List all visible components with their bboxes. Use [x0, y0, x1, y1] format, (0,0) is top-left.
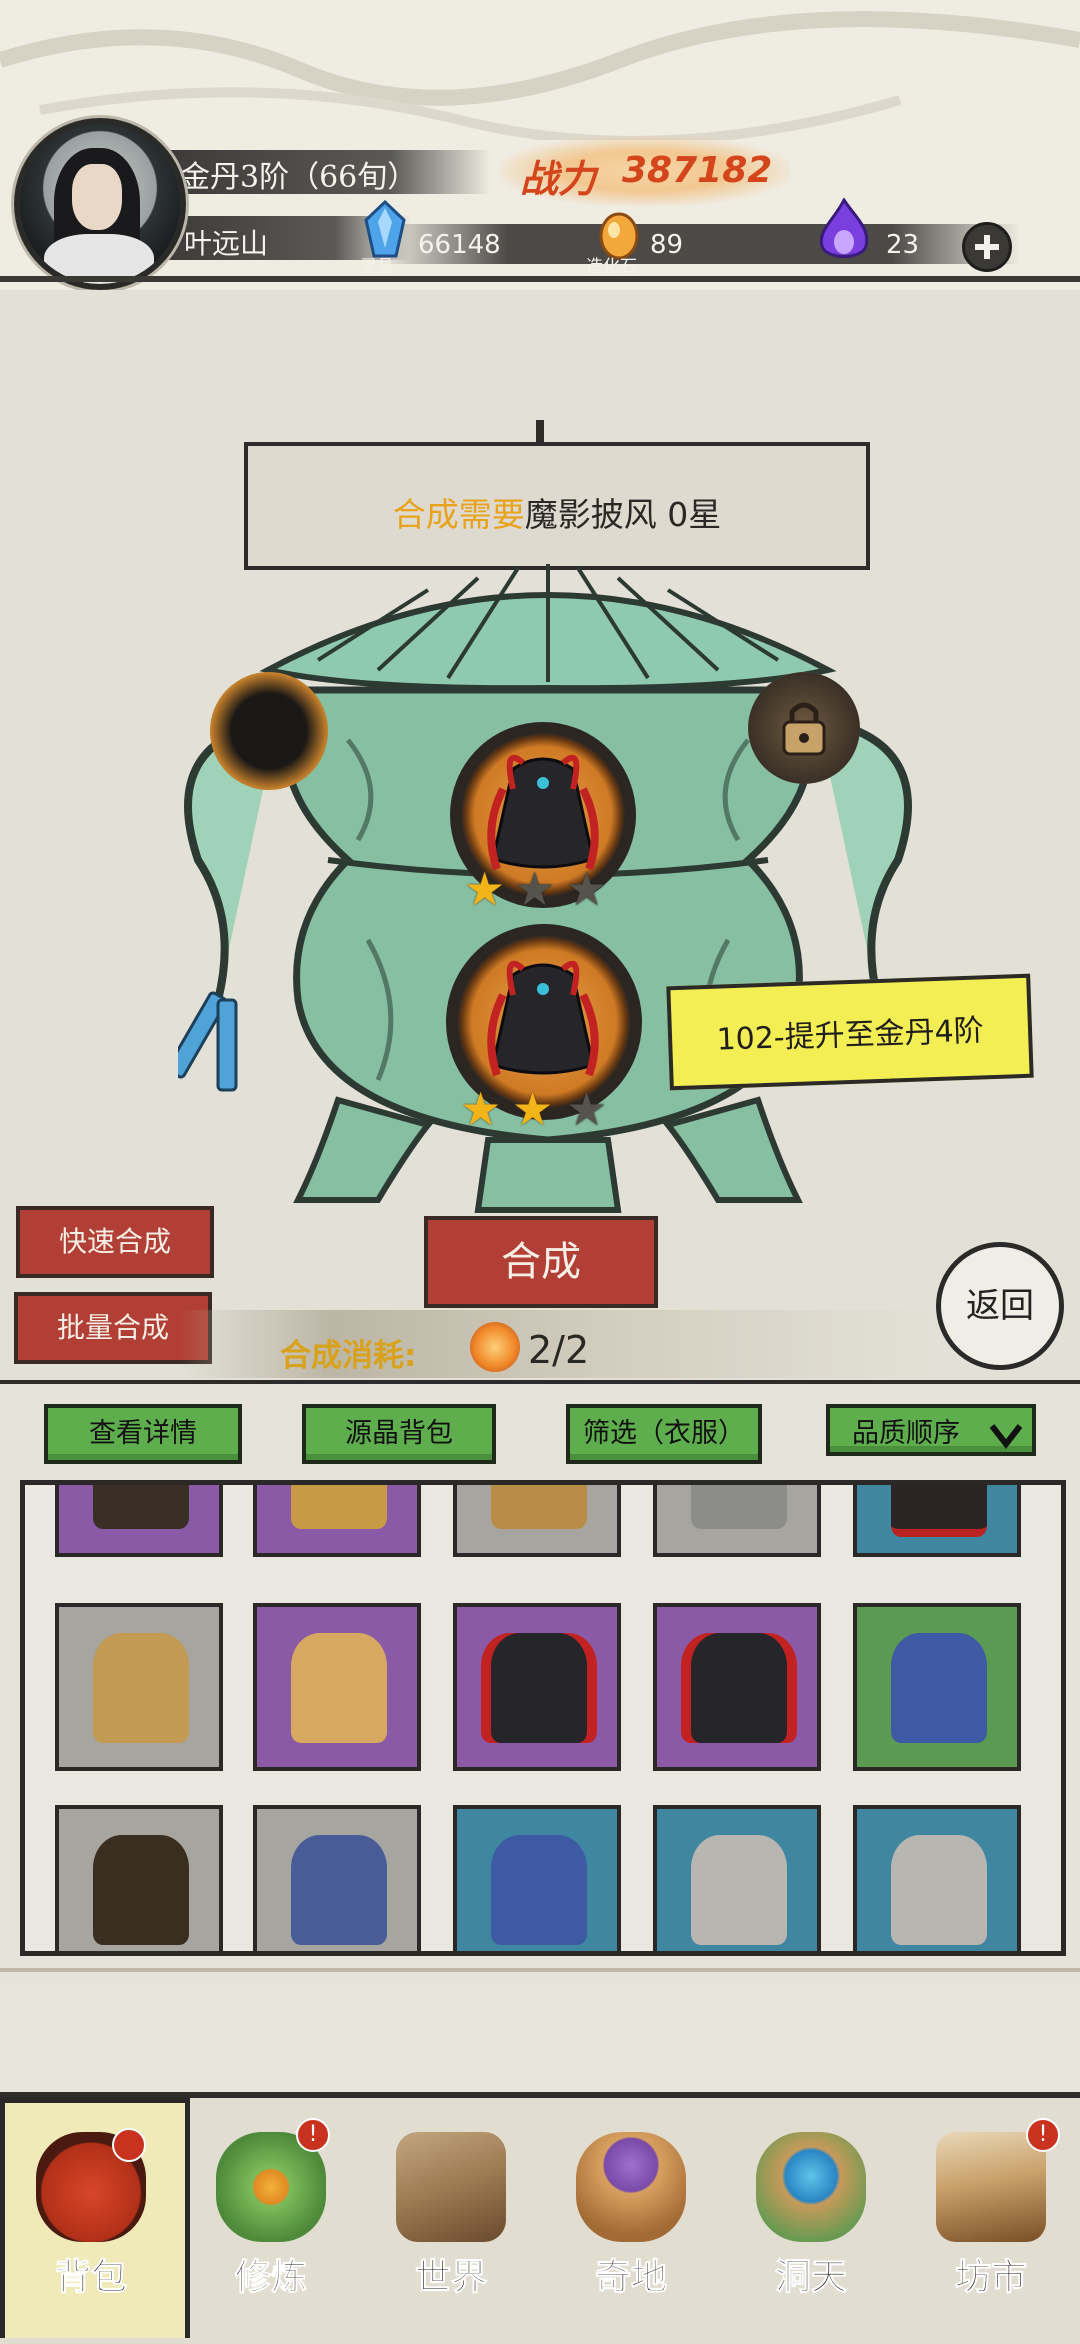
purple-flame-icon: [816, 197, 872, 264]
star-icon: ★: [514, 862, 556, 916]
header-divider: [0, 276, 1080, 282]
creation-stone-icon: [470, 1322, 520, 1372]
nav-backpack-label: 背包: [54, 2256, 127, 2299]
market-stall-icon: [936, 2132, 1046, 2242]
equipment-item[interactable]: [55, 1485, 223, 1557]
equipment-item[interactable]: [253, 1603, 421, 1771]
equipment-item[interactable]: [653, 1485, 821, 1557]
player-avatar[interactable]: [14, 118, 186, 290]
equipment-item[interactable]: [653, 1805, 821, 1951]
requirement-notice: 合成需要魔影披风 0星: [244, 442, 870, 570]
return-button[interactable]: 返回: [936, 1242, 1064, 1370]
requirement-text: 合成需要魔影披风 0星: [248, 488, 866, 536]
filter-clothes-button[interactable]: 筛选（衣服）: [566, 1404, 762, 1464]
equipment-item[interactable]: [853, 1603, 1021, 1771]
equipment-item[interactable]: [453, 1805, 621, 1951]
alert-badge: !: [1026, 2118, 1060, 2152]
equipment-grid[interactable]: [20, 1480, 1066, 1956]
merge-cost-label: 合成消耗:: [280, 1338, 417, 1374]
spirit-crystal-icon: [362, 199, 408, 260]
nav-backpack[interactable]: 背包: [16, 2110, 166, 2320]
nav-cave[interactable]: 洞天: [736, 2110, 886, 2320]
equipment-item[interactable]: [253, 1485, 421, 1557]
nav-cultivate-label: 修炼: [234, 2256, 307, 2299]
nav-world-label: 世界: [414, 2256, 487, 2299]
combat-power-value: 387182: [622, 150, 773, 191]
equipment-item[interactable]: [853, 1485, 1021, 1557]
star-icon: ★: [566, 862, 608, 916]
quality-sort-dropdown[interactable]: 品质顺序: [826, 1404, 1036, 1456]
upgrade-target-text: 102-提升至金丹4阶: [715, 1013, 985, 1058]
mountain-pagoda-icon: [576, 2132, 686, 2242]
lock-icon: [782, 702, 826, 756]
empty-material-slot[interactable]: [210, 672, 328, 790]
merge-cost-value: 2/2: [528, 1328, 590, 1372]
plus-icon[interactable]: [962, 222, 1012, 272]
crystal-bag-button[interactable]: 源晶背包: [302, 1404, 496, 1464]
creation-stone-label: 造化石: [586, 257, 637, 277]
nav-wonderland-label: 奇地: [594, 2256, 667, 2299]
merge-button[interactable]: 合成: [424, 1216, 658, 1308]
nav-cave-label: 洞天: [774, 2256, 847, 2299]
equipment-item[interactable]: [55, 1805, 223, 1951]
nav-market-label: 坊市: [954, 2256, 1027, 2299]
spirit-crystal-label: 灵晶: [360, 257, 394, 277]
equipment-item[interactable]: [55, 1603, 223, 1771]
view-details-button[interactable]: 查看详情: [44, 1404, 242, 1464]
nav-market[interactable]: ! 坊市: [916, 2110, 1066, 2320]
chevron-down-icon: [989, 1424, 1023, 1449]
equipment-item[interactable]: [453, 1603, 621, 1771]
scroll-map-icon: [396, 2132, 506, 2242]
nav-world[interactable]: 世界: [376, 2110, 526, 2320]
shadow-cloak-icon: [487, 960, 599, 1077]
cloud-pattern-decoration: [0, 11, 1080, 140]
combat-power-label: 战力: [520, 156, 597, 201]
star-icon: ★: [566, 1082, 608, 1136]
equipment-item[interactable]: [453, 1485, 621, 1557]
equipment-item[interactable]: [853, 1805, 1021, 1951]
equipment-item[interactable]: [653, 1603, 821, 1771]
notification-dot: [112, 2128, 146, 2162]
cultivation-realm: 金丹3阶（66旬）: [180, 160, 418, 195]
creation-stone-value: 89: [650, 230, 684, 260]
requirement-prefix: 合成需要: [392, 495, 525, 534]
nav-cultivate[interactable]: ! 修炼: [196, 2110, 346, 2320]
quality-sort-label: 品质顺序: [852, 1418, 960, 1449]
player-name: 叶远山: [184, 227, 269, 260]
portal-island-icon: [756, 2132, 866, 2242]
star-icon: ★: [512, 1082, 554, 1136]
upgrade-target-tag: 102-提升至金丹4阶: [666, 973, 1034, 1091]
star-icon: ★: [464, 862, 506, 916]
locked-material-slot[interactable]: [748, 672, 860, 784]
quick-merge-button[interactable]: 快速合成: [16, 1206, 214, 1278]
equipment-item[interactable]: [253, 1805, 421, 1951]
inventory-divider: [0, 1968, 1080, 1972]
requirement-item: 魔影披风 0星: [524, 495, 722, 534]
spirit-crystal-value: 66148: [418, 230, 501, 260]
alert-badge: !: [296, 2118, 330, 2152]
shadow-cloak-icon: [487, 754, 599, 871]
nav-wonderland[interactable]: 奇地: [556, 2110, 706, 2320]
purple-flame-value: 23: [886, 230, 920, 260]
star-icon: ★: [460, 1082, 502, 1136]
